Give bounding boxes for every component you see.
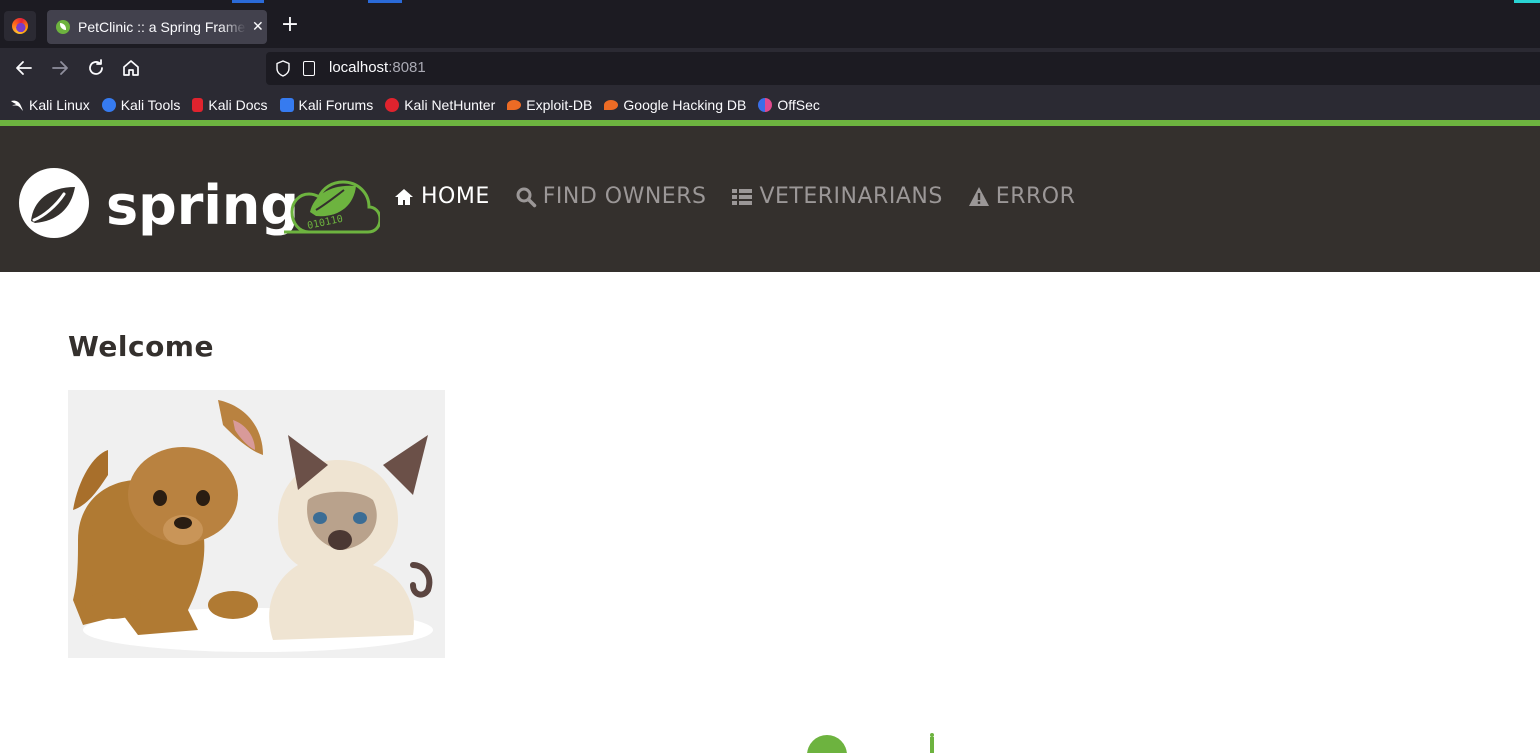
- offsec-icon: [758, 97, 773, 112]
- nav-find-owners-label: FIND OWNERS: [542, 184, 707, 209]
- kali-dragon-icon: [11, 100, 23, 111]
- footer-spring-logo: [807, 733, 934, 753]
- back-arrow-icon[interactable]: [12, 56, 36, 80]
- nav-veterinarians-label: VETERINARIANS: [759, 184, 943, 209]
- url-port: :8081: [388, 59, 426, 76]
- bookmark-label: Kali Linux: [29, 96, 90, 113]
- puppy-and-kitten-illustration: [68, 390, 445, 658]
- site-header: spring 010110 HOME FIND OWNERS VETERINAR…: [0, 126, 1540, 272]
- nethunter-icon: [385, 97, 400, 112]
- tab-title: PetClinic :: a Spring Framework demonstr…: [78, 19, 246, 35]
- spring-favicon-icon: [56, 20, 70, 34]
- kali-forums-icon: [279, 97, 294, 112]
- tracking-protection-shield-icon[interactable]: [275, 60, 291, 77]
- url-text[interactable]: localhost:8081: [329, 59, 426, 76]
- bookmark-google-hacking-db[interactable]: Google Hacking DB: [604, 94, 746, 116]
- warning-icon: [968, 186, 989, 206]
- url-host: localhost: [329, 59, 389, 76]
- home-icon: [395, 188, 413, 205]
- tab-petclinic[interactable]: PetClinic :: a Spring Framework demonstr…: [47, 10, 267, 44]
- brand-binary: 010110: [306, 214, 344, 232]
- bookmarks-toolbar: Kali Linux Kali Tools Kali Docs Kali For…: [0, 89, 1540, 120]
- main-nav: HOME FIND OWNERS VETERINARIANS ERROR: [393, 184, 1100, 209]
- firefox-menu-button[interactable]: [4, 11, 36, 41]
- bookmark-label: Kali Tools: [120, 96, 181, 113]
- bookmark-offsec[interactable]: OffSec: [758, 94, 820, 116]
- home-button-icon[interactable]: [119, 56, 143, 80]
- nav-home[interactable]: HOME: [393, 184, 490, 209]
- bookmark-label: Kali Docs: [208, 96, 268, 113]
- bookmark-kali-forums[interactable]: Kali Forums: [279, 94, 374, 116]
- page-info-icon[interactable]: [303, 61, 315, 76]
- list-icon: [732, 188, 753, 205]
- page-title: Welcome: [68, 330, 214, 363]
- brand-text: spring: [106, 174, 299, 237]
- nav-error-label: ERROR: [995, 184, 1076, 209]
- spring-logo[interactable]: spring 010110: [18, 166, 380, 240]
- kali-tools-icon: [101, 97, 116, 112]
- nav-find-owners[interactable]: FIND OWNERS: [515, 184, 707, 209]
- bookmark-label: Kali Forums: [298, 96, 374, 113]
- nav-veterinarians[interactable]: VETERINARIANS: [731, 184, 942, 209]
- nav-home-label: HOME: [421, 184, 490, 209]
- close-tab-icon[interactable]: ✕: [252, 19, 264, 35]
- ghdb-icon: [604, 99, 619, 110]
- bookmark-kali-linux[interactable]: Kali Linux: [10, 94, 90, 116]
- nav-error[interactable]: ERROR: [968, 184, 1076, 209]
- bookmark-label: Google Hacking DB: [623, 96, 747, 113]
- system-indicator: [1514, 0, 1540, 3]
- bookmark-label: Exploit-DB: [526, 96, 593, 113]
- kali-docs-icon: [192, 97, 204, 112]
- bookmark-kali-nethunter[interactable]: Kali NetHunter: [385, 94, 495, 116]
- bookmark-kali-docs[interactable]: Kali Docs: [192, 94, 268, 116]
- reload-icon[interactable]: [84, 56, 108, 80]
- tab-bar: PetClinic :: a Spring Framework demonstr…: [0, 5, 1540, 48]
- pets-image: [68, 390, 445, 658]
- exploit-db-icon: [507, 99, 522, 110]
- address-bar[interactable]: localhost:8081: [266, 52, 1540, 85]
- workspace-indicator: [232, 0, 264, 3]
- bookmark-exploit-db[interactable]: Exploit-DB: [507, 94, 592, 116]
- workspace-indicator: [368, 0, 402, 3]
- forward-arrow-icon[interactable]: [48, 56, 72, 80]
- navigation-toolbar: localhost:8081: [0, 48, 1540, 89]
- bookmark-label: OffSec: [777, 96, 820, 113]
- bookmark-kali-tools[interactable]: Kali Tools: [101, 94, 181, 116]
- main-content: Welcome: [68, 330, 214, 363]
- firefox-icon: [12, 18, 28, 34]
- search-icon: [516, 187, 536, 207]
- bookmark-label: Kali NetHunter: [404, 96, 496, 113]
- new-tab-button[interactable]: +: [278, 14, 302, 38]
